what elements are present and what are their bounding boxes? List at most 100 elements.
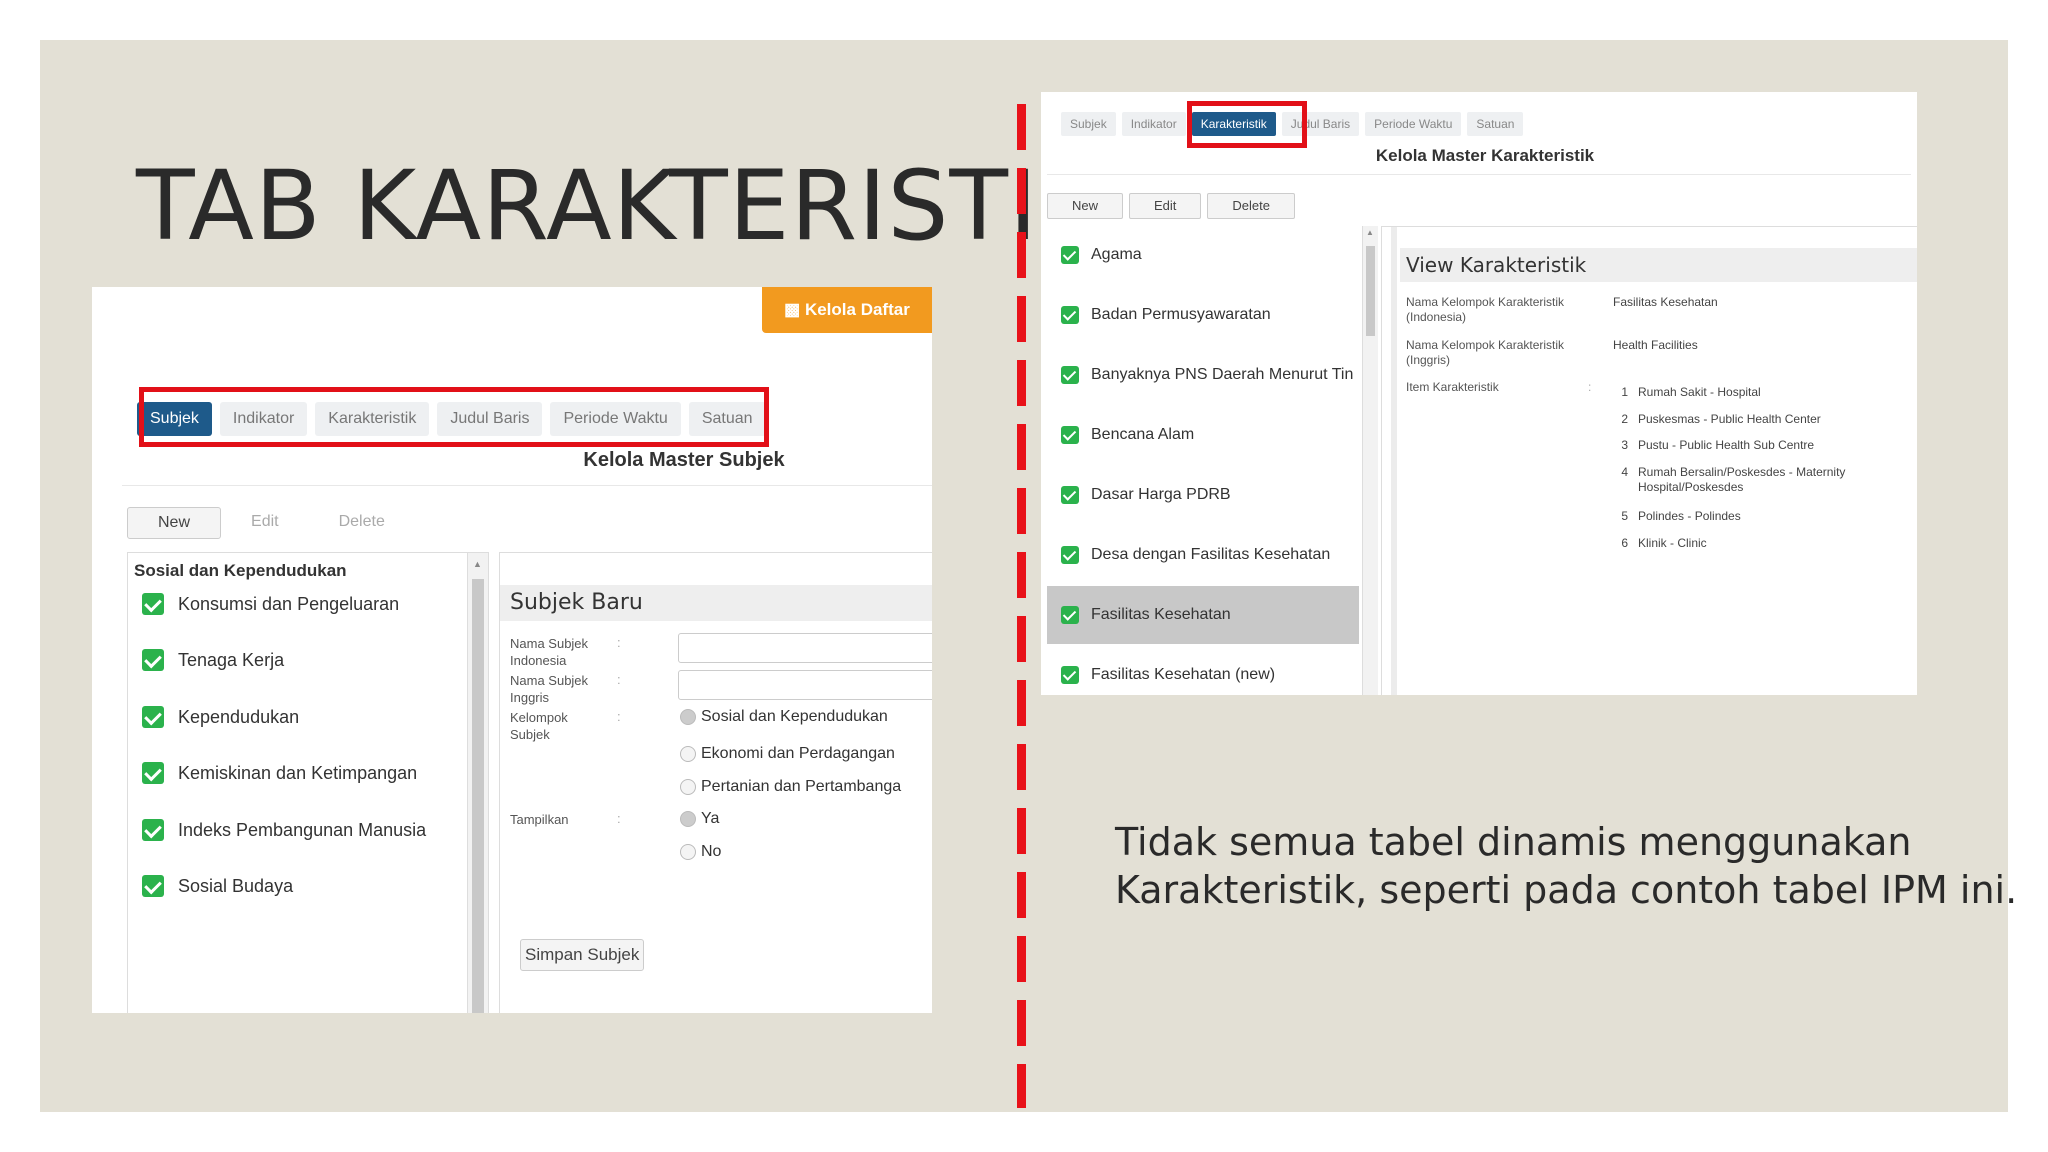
page-title-text: Kelola Master Subjek (583, 449, 785, 471)
item-text: Rumah Bersalin/Poskesdes - Maternity Hos… (1638, 465, 1846, 494)
item-number: 2 (1621, 412, 1628, 426)
list-item[interactable]: Konsumsi dan Pengeluaran (142, 593, 399, 615)
list-item[interactable]: Dasar Harga PDRB (1047, 466, 1359, 524)
list-scrollbar[interactable]: ▲ (1362, 226, 1378, 695)
item-karakteristik-label: Item Karakteristik (1406, 380, 1499, 394)
karakteristik-item: 4 Rumah Bersalin/Poskesdes - Maternity Ho… (1618, 465, 1878, 495)
radio-icon (680, 779, 696, 795)
kelola-daftar-button[interactable]: ▩ Kelola Daftar (762, 287, 932, 333)
nama-indonesia-input[interactable] (678, 633, 932, 663)
list-item-label: Indeks Pembangunan Manusia (178, 819, 427, 840)
radio-label: Sosial dan Kependudukan (701, 708, 888, 725)
colon: : (617, 709, 621, 724)
check-icon (142, 706, 164, 728)
list-item[interactable]: Kemiskinan dan Ketimpangan (142, 762, 417, 784)
karakteristik-item: 1 Rumah Sakit - Hospital (1618, 385, 1878, 400)
kelompok-label: Kelompok Subjek (510, 710, 568, 742)
panel-splitter[interactable] (1391, 227, 1397, 695)
kelompok-radio-sosial[interactable]: Sosial dan Kependudukan (680, 708, 888, 726)
item-text: Puskesmas - Public Health Center (1638, 412, 1821, 426)
list-item[interactable]: Banyaknya PNS Daerah Menurut Tin (1047, 346, 1359, 404)
list-item[interactable]: Indeks Pembangunan Manusia (142, 819, 426, 841)
list-scrollbar[interactable]: ▲ (467, 553, 488, 1013)
simpan-subjek-button[interactable]: Simpan Subjek (520, 939, 645, 971)
page-title-text: Kelola Master Karakteristik (1375, 146, 1595, 165)
dashed-divider (1017, 104, 1026, 1108)
check-icon (142, 819, 164, 841)
item-number: 1 (1621, 385, 1628, 399)
list-item[interactable]: Bencana Alam (1047, 406, 1359, 464)
scroll-up-icon[interactable]: ▲ (1366, 228, 1374, 237)
karakteristik-screenshot: Subjek Indikator Karakteristik Judul Bar… (1041, 92, 1917, 695)
nama-indonesia-label: Nama Kelompok Karakteristik (Indonesia) (1406, 295, 1565, 324)
item-number: 6 (1621, 536, 1628, 550)
list-item[interactable]: Kependudukan (142, 706, 299, 728)
check-icon (1061, 306, 1079, 324)
new-button[interactable]: New (1047, 193, 1124, 219)
new-button[interactable]: New (127, 507, 222, 539)
scrollbar-thumb[interactable] (472, 579, 484, 1013)
item-number: 3 (1621, 438, 1628, 452)
list-item[interactable]: Tenaga Kerja (142, 649, 284, 671)
view-title: View Karakteristik (1400, 248, 1917, 282)
edit-button[interactable]: Edit (1129, 193, 1202, 219)
list-item-selected[interactable]: Fasilitas Kesehatan (1047, 586, 1359, 644)
page-title: Kelola Master Subjek (92, 449, 932, 472)
tab-satuan[interactable]: Satuan (1467, 112, 1524, 136)
tab-indikator[interactable]: Indikator (1121, 112, 1186, 136)
radio-icon (680, 746, 696, 762)
check-icon (1061, 666, 1079, 684)
list-item[interactable]: Sosial Budaya (142, 875, 293, 897)
tampilkan-radio-ya[interactable]: Ya (680, 810, 719, 828)
scroll-up-icon[interactable]: ▲ (473, 559, 482, 569)
delete-button[interactable]: Delete (1207, 193, 1295, 219)
edit-button[interactable]: Edit (221, 507, 309, 537)
check-icon (1061, 546, 1079, 564)
nama-indonesia-value: Fasilitas Kesehatan (1613, 295, 1718, 309)
list-item[interactable]: Agama (1047, 226, 1359, 284)
tampilkan-radio-no[interactable]: No (680, 843, 721, 861)
check-icon (142, 649, 164, 671)
list-item-label: Kependudukan (178, 706, 300, 727)
item-text: Klinik - Clinic (1638, 536, 1707, 550)
nama-inggris-input[interactable] (678, 670, 932, 700)
nama-inggris-value: Health Facilities (1613, 338, 1698, 352)
check-icon (1061, 486, 1079, 504)
subjek-form-panel: Subjek Baru Nama Subjek Indonesia : Nama… (499, 552, 932, 1013)
list-item[interactable]: Fasilitas Kesehatan (new) (1047, 646, 1359, 695)
page-title: Kelola Master Karakteristik (1041, 146, 1917, 166)
group-header: Sosial dan Kependudukan (134, 561, 347, 580)
slide-title: TAB KARAKTERISTIK (136, 150, 1103, 262)
tab-subjek[interactable]: Subjek (1061, 112, 1116, 136)
tab-highlight-box (1187, 101, 1307, 148)
kelompok-radio-pertanian[interactable]: Pertanian dan Pertambanga (680, 778, 901, 796)
list-item-label: Tenaga Kerja (178, 649, 285, 670)
check-icon (1061, 426, 1079, 444)
kelompok-radio-ekonomi[interactable]: Ekonomi dan Perdagangan (680, 745, 895, 763)
subjek-screenshot: ▩ Kelola Daftar Subjek Indikator Karakte… (92, 287, 932, 1013)
list-item-label: Banyaknya PNS Daerah Menurut Tin (1091, 366, 1354, 383)
colon: : (617, 635, 621, 650)
check-icon (142, 875, 164, 897)
delete-button[interactable]: Delete (309, 507, 415, 537)
list-item-label: Konsumsi dan Pengeluaran (178, 593, 400, 614)
list-item-label: Fasilitas Kesehatan (1091, 606, 1231, 623)
tab-highlight-box (139, 387, 769, 447)
scrollbar-thumb[interactable] (1366, 246, 1375, 336)
item-number: 4 (1621, 465, 1628, 479)
radio-label: Pertanian dan Pertambanga (701, 778, 902, 795)
nama-inggris-label: Nama Subjek Inggris (510, 673, 589, 705)
check-icon (142, 593, 164, 615)
item-number: 5 (1621, 509, 1628, 523)
radio-label: Ya (701, 810, 720, 827)
radio-selected-icon (680, 811, 696, 827)
list-item[interactable]: Desa dengan Fasilitas Kesehatan (1047, 526, 1359, 584)
radio-label: No (701, 843, 722, 860)
list-item-label: Desa dengan Fasilitas Kesehatan (1091, 546, 1331, 563)
list-item[interactable]: Badan Permusyawaratan (1047, 286, 1359, 344)
subjek-list-panel: Sosial dan Kependudukan Konsumsi dan Pen… (127, 552, 489, 1013)
toolbar: New Edit Delete (127, 507, 415, 539)
tab-periode-waktu[interactable]: Periode Waktu (1365, 112, 1462, 136)
list-item-label: Sosial Budaya (178, 875, 294, 896)
list-item-label: Dasar Harga PDRB (1091, 486, 1231, 503)
